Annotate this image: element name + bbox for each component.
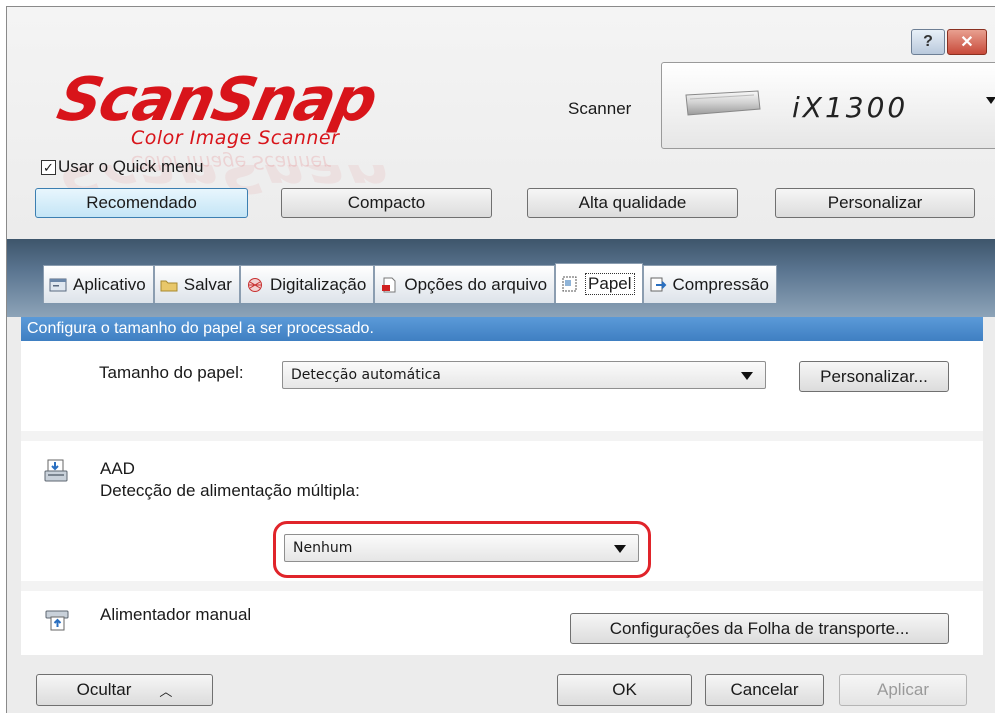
tab-aplicativo[interactable]: Aplicativo <box>43 265 154 303</box>
profile-compact-button[interactable]: Compacto <box>281 188 492 218</box>
section-description: Configura o tamanho do papel a ser proce… <box>21 317 983 341</box>
chevron-down-icon <box>986 97 995 104</box>
quick-menu-checkbox[interactable]: ✓ Usar o Quick menu <box>41 157 204 177</box>
help-icon: ? <box>923 33 933 50</box>
quick-menu-label: Usar o Quick menu <box>58 157 204 176</box>
paper-size-value: Detecção automática <box>291 367 441 383</box>
scanner-selector[interactable]: iX1300 <box>661 62 995 149</box>
compression-icon <box>650 277 666 291</box>
checkbox-icon: ✓ <box>41 159 56 175</box>
hide-button[interactable]: Ocultar ︿ <box>36 674 213 706</box>
apply-button[interactable]: Aplicar <box>839 674 967 706</box>
logo-wordmark: ScanSnap <box>51 65 382 135</box>
profile-recommended-button[interactable]: Recomendado <box>35 188 248 218</box>
paper-icon <box>562 276 577 291</box>
tab-bar: Aplicativo Salvar Digitalização Opções d… <box>43 263 777 303</box>
manual-feeder-title: Alimentador manual <box>100 605 252 624</box>
adf-scanner-icon <box>44 459 68 482</box>
profile-custom-button[interactable]: Personalizar <box>775 188 975 218</box>
scanner-device-icon <box>685 90 761 116</box>
paper-size-label: Tamanho do papel: <box>99 363 244 382</box>
paper-settings-panel: Configura o tamanho do papel a ser proce… <box>21 317 983 655</box>
tab-compressao[interactable]: Compressão <box>642 265 777 303</box>
carrier-sheet-settings-button[interactable]: Configurações da Folha de transporte... <box>570 613 949 644</box>
folder-icon <box>160 280 178 291</box>
scansnap-settings-window: ? ✕ ScanSnap Color Image Scanner Color I… <box>6 6 995 713</box>
scan-icon <box>247 277 262 292</box>
tab-papel[interactable]: Papel <box>555 263 643 303</box>
close-button[interactable]: ✕ <box>947 29 987 55</box>
paper-customize-button[interactable]: Personalizar... <box>799 361 949 392</box>
application-icon <box>49 278 67 291</box>
tab-opcoes-do-arquivo[interactable]: Opções do arquivo <box>374 265 556 303</box>
adf-title: AAD <box>100 459 135 478</box>
file-options-icon <box>382 277 396 292</box>
tab-salvar[interactable]: Salvar <box>153 265 240 303</box>
multifeed-label: Detecção de alimentação múltipla: <box>100 481 360 500</box>
logo-tagline: Color Image Scanner <box>131 127 340 149</box>
manual-feed-section: Alimentador manual Configurações da Folh… <box>21 591 983 655</box>
close-icon: ✕ <box>960 34 974 51</box>
chevron-down-icon <box>741 372 753 380</box>
cancel-button[interactable]: Cancelar <box>705 674 824 706</box>
multifeed-highlight <box>273 521 651 578</box>
manual-feeder-icon <box>45 610 69 631</box>
scanner-model: iX1300 <box>792 91 909 124</box>
paper-size-section: Configura o tamanho do papel a ser proce… <box>21 317 983 431</box>
scanner-label: Scanner <box>568 99 632 118</box>
help-button[interactable]: ? <box>911 29 945 55</box>
ok-button[interactable]: OK <box>557 674 692 706</box>
profile-high-quality-button[interactable]: Alta qualidade <box>527 188 738 218</box>
footer-bar: Ocultar ︿ OK Cancelar Aplicar <box>7 657 995 713</box>
tab-digitalizacao[interactable]: Digitalização <box>239 265 375 303</box>
chevron-up-icon: ︿ <box>159 683 173 699</box>
paper-size-select[interactable]: Detecção automática <box>282 361 766 389</box>
